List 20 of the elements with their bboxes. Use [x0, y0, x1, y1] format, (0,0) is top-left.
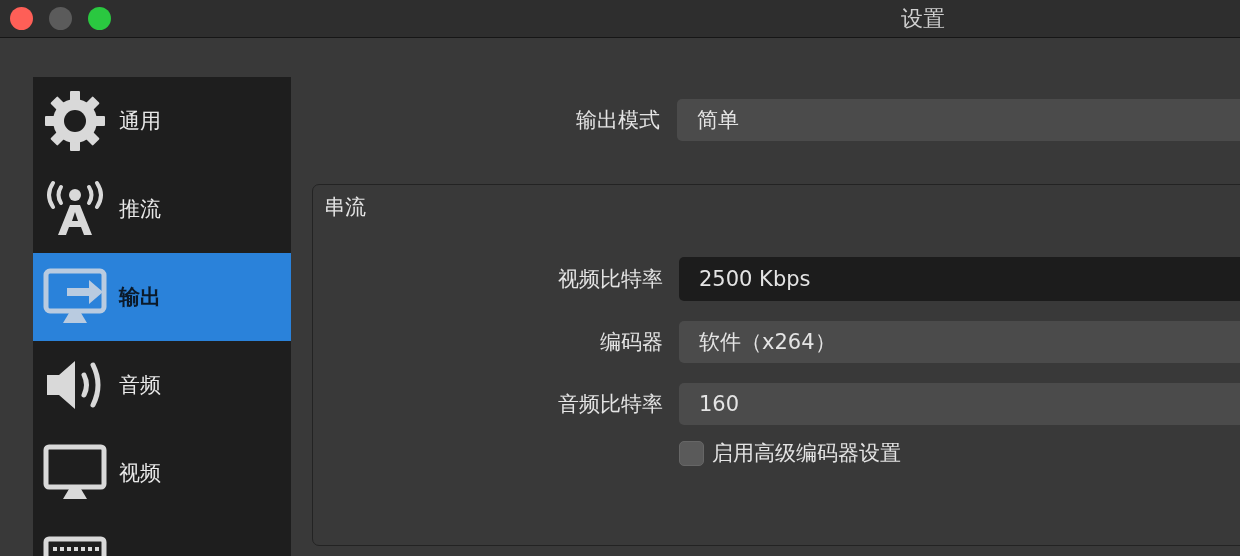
dropdown[interactable]: 软件（x264）: [679, 321, 1240, 363]
group-title: 串流: [323, 194, 366, 221]
output-mode-dropdown[interactable]: 简单: [677, 99, 1240, 141]
gear-icon: [43, 89, 107, 153]
sidebar-item[interactable]: 输出: [33, 253, 291, 341]
sidebar-item[interactable]: 视频: [33, 429, 291, 517]
dropdown[interactable]: 160: [679, 383, 1240, 425]
field-label: 编码器: [599, 329, 663, 356]
field-label: 视频比特率: [557, 266, 663, 293]
field-label: 音频比特率: [557, 391, 663, 418]
sidebar-item[interactable]: 通用: [33, 77, 291, 165]
sidebar-item[interactable]: 音频: [33, 341, 291, 429]
window-title: 设置: [901, 4, 945, 33]
checkbox-label: 启用高级编码器设置: [712, 440, 901, 467]
field-label: 输出模式: [575, 107, 660, 134]
checkbox[interactable]: [679, 440, 704, 466]
zoom-button[interactable]: [88, 7, 111, 30]
sidebar-item[interactable]: 推流: [33, 165, 291, 253]
input-field[interactable]: 2500 Kbps: [679, 257, 1240, 301]
close-button[interactable]: [10, 7, 33, 30]
